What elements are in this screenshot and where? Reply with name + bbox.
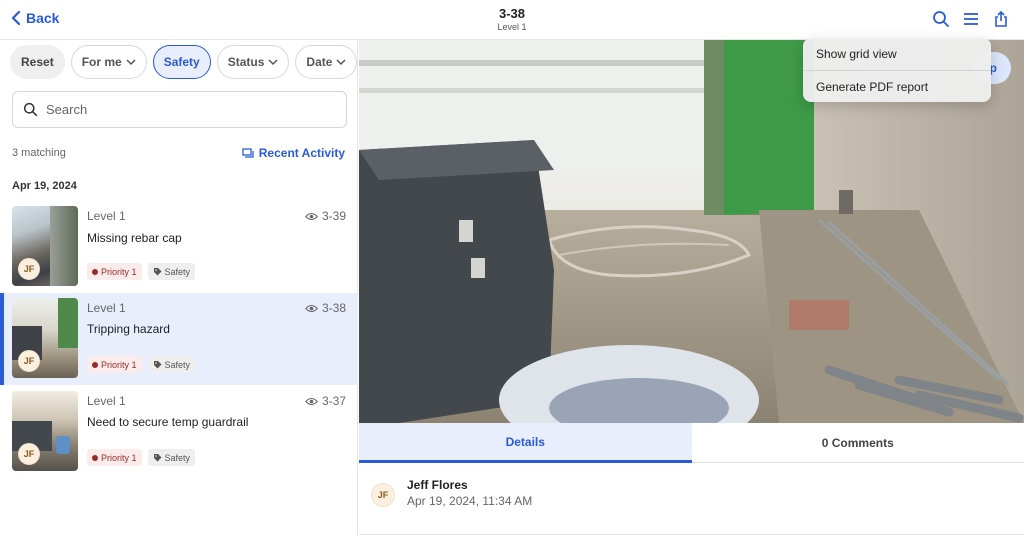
category-label: Safety <box>164 266 191 277</box>
avatar: JF <box>18 258 40 280</box>
reset-label: Reset <box>21 55 54 69</box>
issue-number: 3-37 <box>305 394 346 408</box>
list-item[interactable]: JF Level 1 3-37 Need to secure temp guar… <box>0 386 358 478</box>
date-label: Date <box>306 55 333 69</box>
menu-item-generate-pdf-report[interactable]: Generate PDF report <box>803 70 991 102</box>
search-icon[interactable] <box>932 10 950 28</box>
list-item[interactable]: JF Level 1 3-38 Tripping hazard Priority… <box>0 293 358 385</box>
safety-label: Safety <box>163 55 200 69</box>
issue-number: 3-38 <box>305 301 346 315</box>
avatar: JF <box>18 350 40 372</box>
author-name: Jeff Flores <box>407 478 468 492</box>
issue-number-label: 3-39 <box>321 209 346 223</box>
chevron-down-icon <box>126 59 136 66</box>
eye-icon <box>305 397 318 405</box>
chevron-down-icon <box>268 59 278 66</box>
priority-label: Priority 1 <box>101 266 137 277</box>
category-label: Safety <box>164 452 191 463</box>
for-me-filter-chip[interactable]: For me <box>70 45 147 79</box>
selection-indicator <box>0 293 4 385</box>
issue-tags: Priority 1 Safety <box>87 263 196 280</box>
recent-activity-link[interactable]: Recent Activity <box>242 146 345 160</box>
date-filter-chip[interactable]: Date <box>295 45 358 79</box>
issue-thumbnail: JF <box>12 298 78 378</box>
issue-level: Level 1 <box>87 301 126 315</box>
issue-thumbnail: JF <box>12 391 78 471</box>
options-menu: Show grid view Generate PDF report <box>803 38 991 102</box>
category-badge: Safety <box>147 263 196 280</box>
top-bar: Back 3-38 Level 1 <box>0 0 1024 40</box>
chevron-down-icon <box>336 59 346 66</box>
header-actions <box>932 10 1010 28</box>
issue-title: Tripping hazard <box>87 322 170 336</box>
category-badge: Safety <box>147 449 196 466</box>
issue-tags: Priority 1 Safety <box>87 356 196 373</box>
priority-badge: Priority 1 <box>87 263 142 280</box>
issue-title: Need to secure temp guardrail <box>87 415 249 429</box>
search-input[interactable]: Search <box>12 91 347 128</box>
eye-icon <box>305 212 318 220</box>
issue-tags: Priority 1 Safety <box>87 449 196 466</box>
priority-dot <box>92 268 98 275</box>
tag-icon <box>153 268 162 276</box>
priority-badge: Priority 1 <box>87 356 142 373</box>
recent-activity-label: Recent Activity <box>258 146 345 160</box>
page-subtitle: Level 1 <box>497 22 527 32</box>
priority-dot <box>92 454 98 461</box>
tab-comments[interactable]: 0 Comments <box>691 423 1024 463</box>
page-title: 3-38 Level 1 <box>0 6 1024 32</box>
issue-level: Level 1 <box>87 209 126 223</box>
search-placeholder: Search <box>46 102 88 117</box>
tag-icon <box>153 454 162 462</box>
issue-number-label: 3-38 <box>321 301 346 315</box>
issue-number: 3-39 <box>305 209 346 223</box>
for-me-label: For me <box>81 55 122 69</box>
avatar: JF <box>18 443 40 465</box>
tag-icon <box>153 361 162 369</box>
issue-detail: JF Jeff Flores Apr 19, 2024, 11:34 AM <box>359 463 1024 536</box>
detail-tabs: Details 0 Comments <box>359 423 1024 463</box>
matching-count: 3 matching <box>12 147 66 159</box>
search-icon <box>23 102 38 117</box>
safety-filter-chip[interactable]: Safety <box>152 45 211 79</box>
priority-badge: Priority 1 <box>87 449 142 466</box>
priority-label: Priority 1 <box>101 359 137 370</box>
share-icon[interactable] <box>992 10 1010 28</box>
filter-bar: Reset For me Safety Status Date <box>10 45 358 79</box>
date-group-header: Apr 19, 2024 <box>12 180 77 192</box>
priority-label: Priority 1 <box>101 452 137 463</box>
category-label: Safety <box>164 359 191 370</box>
issue-number-label: 3-37 <box>321 394 346 408</box>
page-title-number: 3-38 <box>498 6 526 21</box>
issue-level: Level 1 <box>87 394 126 408</box>
reset-filter-chip[interactable]: Reset <box>10 45 65 79</box>
issues-panel: Reset For me Safety Status Date Search 3… <box>0 40 358 536</box>
avatar: JF <box>371 483 395 507</box>
tab-details[interactable]: Details <box>359 423 692 463</box>
divider <box>359 534 1024 535</box>
issue-title: Missing rebar cap <box>87 231 182 245</box>
eye-icon <box>305 304 318 312</box>
status-filter-chip[interactable]: Status <box>216 45 290 79</box>
activity-icon <box>242 147 254 158</box>
status-label: Status <box>227 55 265 69</box>
created-date: Apr 19, 2024, 11:34 AM <box>407 494 533 508</box>
menu-icon[interactable] <box>962 10 980 28</box>
menu-item-show-grid-view[interactable]: Show grid view <box>803 38 991 70</box>
issue-thumbnail: JF <box>12 206 78 286</box>
category-badge: Safety <box>147 356 196 373</box>
list-item[interactable]: JF Level 1 3-39 Missing rebar cap Priori… <box>0 194 358 286</box>
priority-dot <box>92 361 98 368</box>
